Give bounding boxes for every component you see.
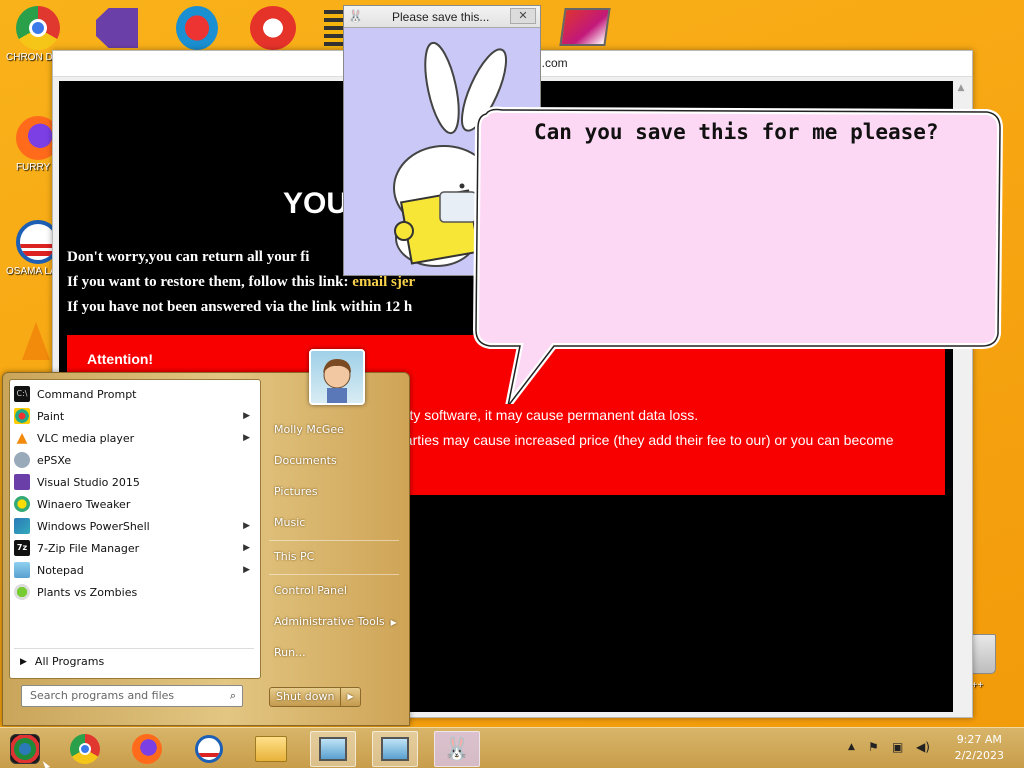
program-7zip[interactable]: 7z 7-Zip File Manager ▶ — [14, 537, 258, 559]
submenu-arrow-icon: ▶ — [243, 521, 250, 531]
program-plants-vs-zombies[interactable]: Plants vs Zombies — [14, 581, 258, 603]
shutdown-button[interactable]: Shut down ▶ — [269, 687, 361, 707]
clock[interactable]: 9:27 AM 2/2/2023 — [955, 732, 1004, 764]
visual-studio-icon[interactable] — [96, 8, 138, 48]
scroll-up-icon[interactable]: ▲ — [954, 81, 968, 95]
taskbar-firefox[interactable] — [124, 731, 170, 767]
clock-date: 2/2/2023 — [954, 749, 1004, 762]
plants-vs-zombies-icon — [14, 584, 30, 600]
start-button[interactable] — [2, 731, 48, 767]
speech-bubble-text: Can you save this for me please? — [534, 120, 939, 144]
avatar-character-image — [323, 359, 351, 403]
close-icon[interactable]: ✕ — [510, 8, 536, 24]
program-notepad[interactable]: Notepad ▶ — [14, 559, 258, 581]
program-winaero[interactable]: Winaero Tweaker — [14, 493, 258, 515]
separator — [269, 574, 399, 575]
play-arrow-icon: ▶ — [20, 656, 27, 667]
administrative-tools-link[interactable]: Administrative Tools ▶ — [274, 615, 397, 628]
flag-icon[interactable]: ⚑ — [868, 740, 879, 754]
obama-logo-icon — [195, 735, 223, 763]
speech-bubble — [472, 106, 1004, 404]
submenu-arrow-icon: ▶ — [243, 565, 250, 575]
ransom-line-1: Don't worry,you can return all your fi — [67, 249, 310, 265]
pictures-link[interactable]: Pictures — [274, 485, 318, 498]
notepad-icon — [14, 562, 30, 578]
this-pc-link[interactable]: This PC — [274, 550, 314, 563]
program-vlc[interactable]: ▲ VLC media player ▶ — [14, 427, 258, 449]
vlc-icon: ▲ — [16, 430, 28, 446]
run-link[interactable]: Run... — [274, 646, 306, 659]
winaero-icon — [14, 496, 30, 512]
separator — [14, 648, 254, 649]
visual-studio-icon — [14, 474, 30, 490]
taskbar-obama-app[interactable] — [186, 731, 232, 767]
computer-icon — [381, 737, 409, 761]
folder-icon — [255, 736, 287, 762]
powershell-icon — [14, 518, 30, 534]
paint-icon — [14, 408, 30, 424]
start-menu[interactable]: C:\ Command Prompt Paint ▶ ▲ VLC media play… — [2, 349, 410, 726]
bunny-small-icon: 🐰 — [348, 9, 363, 23]
taskbar-bunny-app[interactable]: 🐰 — [434, 731, 480, 767]
epsxe-icon — [14, 452, 30, 468]
search-placeholder: Search programs and files — [30, 689, 175, 702]
user-name-link[interactable]: Molly McGee — [274, 423, 344, 436]
bunny-icon: 🐰 — [443, 736, 471, 762]
vlc-desktop-icon[interactable] — [22, 322, 50, 360]
music-link[interactable]: Music — [274, 516, 305, 529]
start-orb-icon — [10, 734, 40, 764]
submenu-arrow-icon: ▶ — [243, 433, 250, 443]
programs-pane: C:\ Command Prompt Paint ▶ ▲ VLC media play… — [9, 379, 261, 679]
all-programs-button[interactable]: ▶ All Programs — [20, 655, 104, 668]
taskbar-window-2[interactable] — [372, 731, 418, 767]
p-app-icon[interactable] — [250, 6, 296, 50]
user-avatar[interactable] — [309, 349, 365, 405]
program-paint[interactable]: Paint ▶ — [14, 405, 258, 427]
chevron-right-icon[interactable]: ▶ — [340, 688, 360, 706]
program-epsxe[interactable]: ePSXe — [14, 449, 258, 471]
taskbar-file-explorer[interactable] — [248, 731, 294, 767]
attention-line-2: parties may cause increased price (they … — [397, 432, 894, 448]
chrome-icon — [16, 6, 60, 50]
computer-icon — [319, 737, 347, 761]
documents-link[interactable]: Documents — [274, 454, 337, 467]
search-input[interactable]: Search programs and files ⌕ — [21, 685, 243, 707]
ransom-heading: YOU — [283, 187, 349, 220]
submenu-arrow-icon: ▶ — [243, 411, 250, 421]
network-icon[interactable]: ▣ — [892, 740, 903, 754]
attention-heading: Attention! — [87, 351, 154, 367]
program-visual-studio[interactable]: Visual Studio 2015 — [14, 471, 258, 493]
monitor-icon[interactable] — [559, 8, 611, 46]
control-panel-link[interactable]: Control Panel — [274, 584, 347, 597]
ransom-line-2-text: If you want to restore them, follow this… — [67, 274, 349, 290]
search-icon[interactable]: ⌕ — [230, 689, 236, 703]
program-command-prompt[interactable]: C:\ Command Prompt — [14, 383, 258, 405]
cmd-icon: C:\ — [14, 386, 30, 402]
ransom-line-3: If you have not been answered via the li… — [67, 299, 413, 315]
chrome-icon — [70, 734, 100, 764]
popup-titlebar[interactable]: 🐰 Please save this... ✕ — [344, 6, 540, 28]
attention-line-1: arty software, it may cause permanent da… — [397, 407, 699, 423]
separator — [269, 540, 399, 541]
volume-icon[interactable]: ◀) — [916, 740, 930, 754]
taskbar-chrome[interactable] — [62, 731, 108, 767]
browser-title: l.com — [539, 56, 568, 70]
taskbar-window-1[interactable] — [310, 731, 356, 767]
app-2-icon[interactable] — [176, 6, 218, 50]
7zip-icon: 7z — [14, 540, 30, 556]
firefox-icon — [132, 734, 162, 764]
program-powershell[interactable]: Windows PowerShell ▶ — [14, 515, 258, 537]
show-hidden-icons-icon[interactable]: ▲ — [848, 742, 855, 752]
clock-time: 9:27 AM — [956, 733, 1002, 746]
taskbar: 🐰 ▲ ⚑ ▣ ◀) 9:27 AM 2/2/2023 — [0, 727, 1024, 768]
submenu-arrow-icon: ▶ — [390, 618, 397, 627]
popup-title: Please save this... — [392, 10, 490, 24]
submenu-arrow-icon: ▶ — [243, 543, 250, 553]
